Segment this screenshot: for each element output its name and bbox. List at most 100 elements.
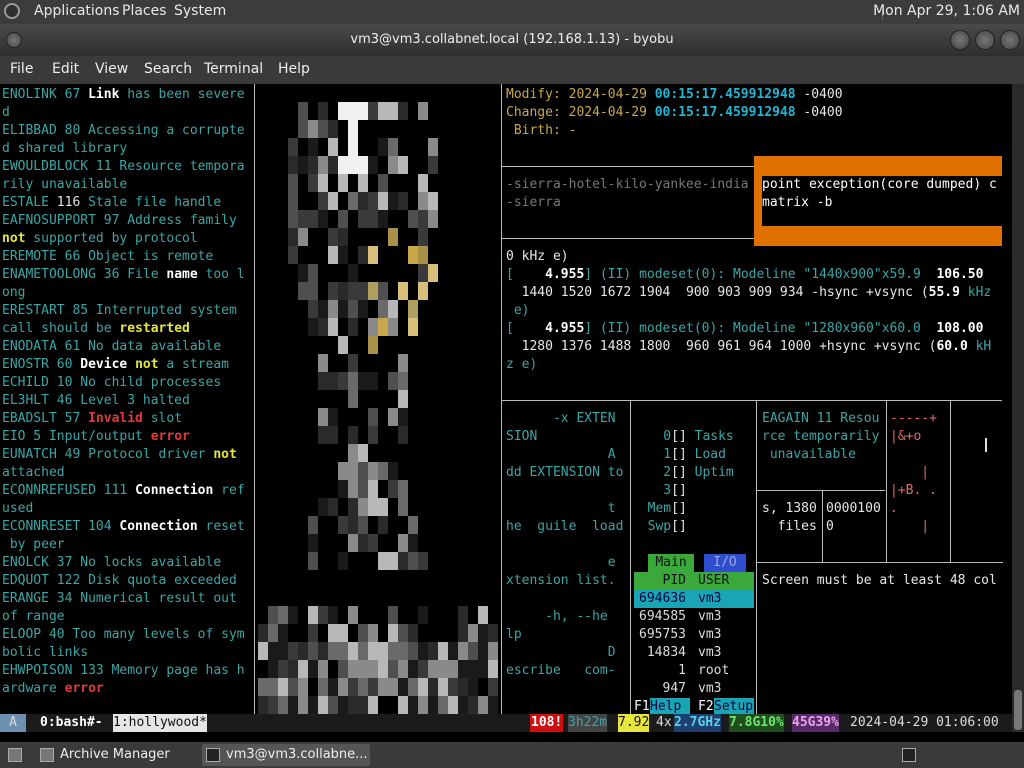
menu-file[interactable]: File (10, 61, 33, 77)
terminal-line: escribe com- (506, 663, 616, 678)
process-row[interactable]: 695753 vm3 (634, 626, 754, 644)
workspace-switcher[interactable] (896, 744, 924, 766)
text-segment: [ (506, 321, 546, 336)
gnome-foot-icon[interactable] (4, 3, 20, 19)
process-row[interactable]: 14834 vm3 (634, 644, 754, 662)
art-pixel (358, 462, 368, 480)
menu-terminal[interactable]: Terminal (204, 61, 263, 77)
status-datetime: 2024-04-29 01:06:00 (850, 715, 999, 730)
art-pixel (408, 516, 418, 534)
art-pixel (388, 660, 398, 678)
applications-menu[interactable]: Applications (34, 3, 120, 19)
art-pixel (378, 102, 388, 120)
fkey-f1[interactable]: F1 (634, 698, 650, 714)
art-pixel (418, 102, 428, 120)
menu-view[interactable]: View (95, 61, 128, 77)
text-segment: name (166, 267, 198, 282)
process-row[interactable]: 694636 vm3 (634, 590, 754, 608)
scrollbar-thumb[interactable] (1014, 690, 1022, 730)
task-archive-manager[interactable]: Archive Manager (36, 744, 196, 766)
window-titlebar[interactable]: vm3@vm3.collabnet.local (192.168.1.13) -… (0, 24, 1024, 56)
text-segment: 60.0 (936, 339, 968, 354)
art-pixel (388, 462, 398, 480)
process-row[interactable]: 1 root (634, 662, 754, 680)
text-segment: kH (967, 339, 992, 354)
art-pixel (388, 300, 398, 318)
terminal-line: ENOLCK 37 No locks available (2, 554, 254, 572)
process-pid: 694636 (639, 591, 686, 606)
art-pixel (368, 480, 378, 498)
panel-clock[interactable]: Mon Apr 29, 1:06 AM (873, 3, 1020, 19)
show-desktop-button[interactable] (2, 744, 28, 766)
task-terminal[interactable]: vm3@vm3.collabne... (202, 744, 370, 766)
process-row[interactable]: 947 vm3 (634, 680, 754, 698)
art-pixel (268, 696, 278, 714)
fkey-label[interactable]: Setup (714, 698, 754, 714)
art-pixel (368, 642, 378, 660)
process-row[interactable]: 694585 vm3 (634, 608, 754, 626)
window-tab-bash[interactable]: 0:bash#- (40, 714, 103, 732)
art-pixel (398, 642, 408, 660)
column-header-pid[interactable]: PID (663, 572, 686, 590)
pane-divider (886, 400, 887, 562)
art-pixel (478, 660, 488, 678)
fkey-label[interactable]: Help (650, 698, 690, 714)
art-pixel (488, 660, 498, 678)
process-user: root (698, 663, 730, 678)
art-pixel (308, 174, 318, 192)
maximize-icon[interactable] (975, 30, 995, 50)
art-pixel (388, 642, 398, 660)
process-user: vm3 (698, 591, 722, 606)
art-pixel (348, 426, 358, 444)
tab-main[interactable]: Main (648, 554, 694, 572)
cpu-index: 0 (632, 429, 672, 444)
menu-search[interactable]: Search (144, 61, 192, 77)
menu-help[interactable]: Help (278, 61, 310, 77)
art-pixel (418, 552, 428, 570)
terminal-icon (206, 748, 220, 762)
art-pixel (398, 480, 408, 498)
close-icon[interactable] (1000, 30, 1020, 50)
art-pixel (368, 282, 378, 300)
pane-divider (757, 562, 1003, 563)
art-pixel (408, 534, 418, 552)
art-pixel (298, 120, 308, 138)
text-segment: Link (88, 87, 120, 102)
mem-meter: Mem[] (632, 500, 756, 518)
tab-io[interactable]: I/O (704, 554, 746, 572)
system-menu[interactable]: System (174, 3, 226, 19)
terminal-line: attached (2, 464, 254, 482)
places-menu[interactable]: Places (122, 3, 167, 19)
text-segment: by peer (2, 537, 65, 552)
text-segment: z e) (506, 357, 538, 372)
column-header-user[interactable]: USER (698, 572, 729, 590)
terminal-line: of range (2, 608, 254, 626)
art-pixel (458, 696, 468, 714)
window-tab-hollywood[interactable]: 1:hollywood* (113, 714, 207, 732)
text-segment: EWOULDBLOCK 11 Resource tempora (2, 159, 245, 174)
htop-process-list[interactable]: Main I/O PID USER 694636 vm3 694585 vm3 695753 vm… (632, 554, 756, 714)
process-pid: 695753 (639, 627, 686, 642)
art-pixel (378, 642, 388, 660)
art-pixel (328, 624, 338, 642)
nato-pane: -sierra-hotel-kilo-yankee-india -sierra (506, 176, 752, 216)
art-pixel (378, 138, 388, 156)
menu-edit[interactable]: Edit (52, 61, 79, 77)
art-pixel (288, 678, 298, 696)
art-pixel (328, 120, 338, 138)
art-pixel (288, 696, 298, 714)
art-pixel (428, 156, 438, 174)
terminal-scrollbar[interactable] (1012, 84, 1024, 732)
text-segment: Stale file handle (80, 195, 222, 210)
minimize-icon[interactable] (950, 30, 970, 50)
fkey-f2[interactable]: F2 (698, 698, 714, 714)
art-pixel (388, 318, 398, 336)
terminal-line: 0 kHz e) (506, 248, 1006, 266)
terminal-area[interactable]: ENOLINK 67 Link has been severe d ELIBBAD … (0, 84, 1012, 714)
art-pixel (328, 678, 338, 696)
terminal-line: matrix -b (762, 195, 833, 210)
terminal-line: ELIBBAD 80 Accessing a corrupte (2, 122, 254, 140)
text-segment: -0400 (795, 105, 843, 120)
art-pixel (388, 678, 398, 696)
art-pixel (308, 210, 318, 228)
